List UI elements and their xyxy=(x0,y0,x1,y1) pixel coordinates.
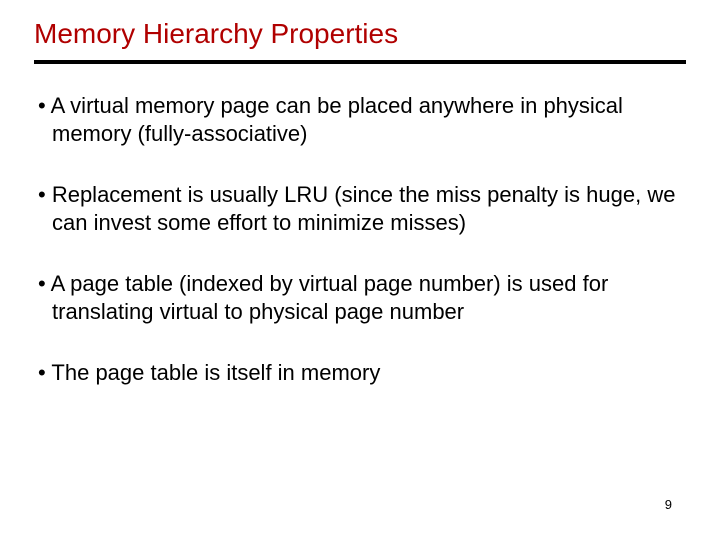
title-underline xyxy=(34,60,686,64)
list-item: The page table is itself in memory xyxy=(34,359,686,387)
slide: Memory Hierarchy Properties A virtual me… xyxy=(0,0,720,540)
slide-title: Memory Hierarchy Properties xyxy=(34,18,686,50)
list-item: A virtual memory page can be placed anyw… xyxy=(34,92,686,147)
page-number: 9 xyxy=(665,497,672,512)
list-item: Replacement is usually LRU (since the mi… xyxy=(34,181,686,236)
bullet-list: A virtual memory page can be placed anyw… xyxy=(34,92,686,387)
list-item: A page table (indexed by virtual page nu… xyxy=(34,270,686,325)
